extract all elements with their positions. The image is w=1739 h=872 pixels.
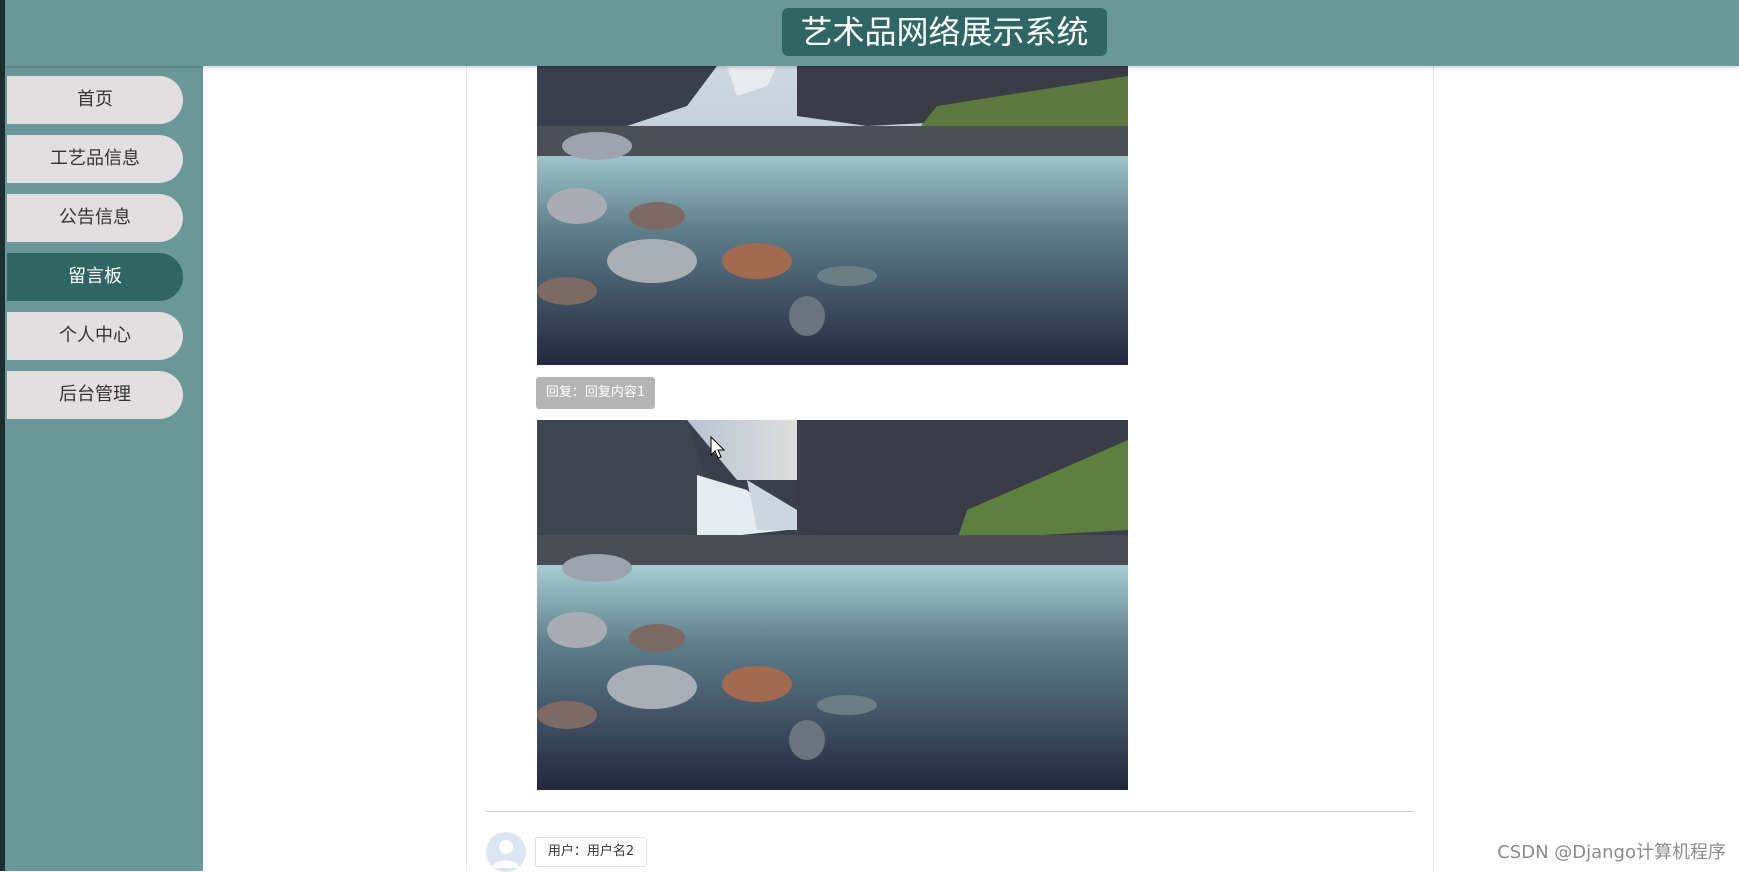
- sidebar-item-crafts[interactable]: 工艺品信息: [7, 135, 183, 183]
- sidebar-item-notices[interactable]: 公告信息: [7, 194, 183, 242]
- message-image: [537, 66, 1128, 365]
- sidebar-item-admin[interactable]: 后台管理: [7, 371, 183, 419]
- sidebar-item-personal-center[interactable]: 个人中心: [7, 312, 183, 360]
- user-avatar-icon: [486, 832, 526, 872]
- site-title: 艺术品网络展示系统: [782, 8, 1107, 56]
- reply-image: [537, 420, 1128, 790]
- sidebar-item-home[interactable]: 首页: [7, 76, 183, 124]
- message-divider: [486, 811, 1413, 812]
- message-user-tag: 用户：用户名2: [535, 837, 647, 867]
- reply-content-tag: 回复：回复内容1: [536, 377, 655, 409]
- top-header: 艺术品网络展示系统: [5, 0, 1739, 66]
- sidebar-nav: 首页 工艺品信息 公告信息 留言板 个人中心 后台管理: [5, 66, 203, 871]
- sidebar-item-message-board[interactable]: 留言板: [7, 253, 183, 301]
- watermark: CSDN @Django计算机程序: [1497, 842, 1726, 863]
- mouse-cursor-icon: [710, 436, 726, 459]
